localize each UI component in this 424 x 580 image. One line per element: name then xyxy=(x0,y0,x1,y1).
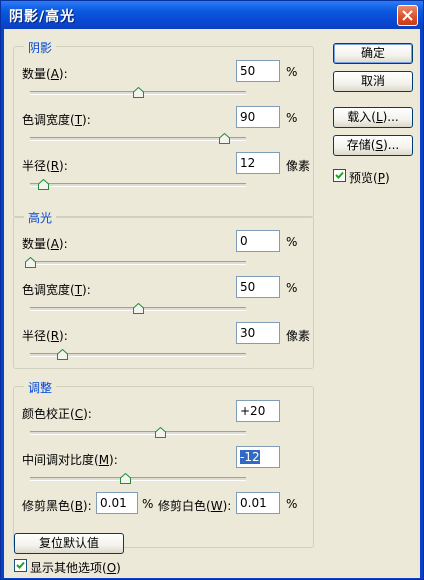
shadows-tonal-width-label: 色调宽度(T): xyxy=(22,113,91,127)
shadows-radius-label: 半径(R): xyxy=(22,159,68,173)
adjustments-group: 调整 颜色校正(C): +20 中间调对比度(M): -12 修剪黑色(B): … xyxy=(13,379,314,548)
highlights-group-title: 高光 xyxy=(24,209,57,226)
checkmark-icon xyxy=(335,171,344,179)
color-correction-input[interactable]: +20 xyxy=(236,400,280,422)
shadows-tonal-width-unit: % xyxy=(286,111,298,125)
midtone-contrast-slider[interactable] xyxy=(30,477,246,481)
highlights-radius-label: 半径(R): xyxy=(22,329,68,343)
dialog-title: 阴影/高光 xyxy=(9,9,76,25)
close-icon xyxy=(402,10,413,21)
highlights-amount-label: 数量(A): xyxy=(22,237,68,251)
shadows-group: 阴影 数量(A): 50 % 色调宽度(T): 90 % 半径(R): 12 像… xyxy=(13,39,314,218)
midtone-contrast-label: 中间调对比度(M): xyxy=(22,453,118,467)
dialog-window: 阴影/高光 阴影 数量(A): 50 % 色调宽度(T): 90 % 半径(R)… xyxy=(0,0,424,580)
shadows-amount-unit: % xyxy=(286,65,298,79)
reset-defaults-button[interactable]: 复位默认值 xyxy=(14,533,124,554)
shadows-tonal-width-slider[interactable] xyxy=(30,137,246,141)
black-clip-input[interactable]: 0.01 xyxy=(96,492,138,514)
highlights-tonal-width-unit: % xyxy=(286,281,298,295)
midtone-contrast-value: -12 xyxy=(240,450,260,464)
highlights-amount-slider-thumb[interactable] xyxy=(25,257,36,268)
white-clip-label: 修剪白色(W): xyxy=(158,499,232,513)
color-correction-label: 颜色校正(C): xyxy=(22,407,92,421)
shadows-radius-slider-thumb[interactable] xyxy=(37,179,49,190)
midtone-contrast-input[interactable]: -12 xyxy=(236,446,280,468)
highlights-amount-slider[interactable] xyxy=(30,261,246,265)
highlights-radius-unit: 像素 xyxy=(286,329,311,343)
shadows-radius-slider[interactable] xyxy=(30,183,246,187)
more-options-checkbox[interactable] xyxy=(14,559,27,572)
checkmark-icon xyxy=(16,561,25,569)
color-correction-slider-thumb[interactable] xyxy=(154,427,166,438)
highlights-amount-unit: % xyxy=(286,235,298,249)
shadows-radius-input[interactable]: 12 xyxy=(236,152,280,174)
highlights-amount-input[interactable]: 0 xyxy=(236,230,280,252)
highlights-tonal-width-input[interactable]: 50 xyxy=(236,276,280,298)
shadows-amount-input[interactable]: 50 xyxy=(236,60,280,82)
load-button[interactable]: 载入(L)... xyxy=(333,107,413,128)
dialog-body: 阴影 数量(A): 50 % 色调宽度(T): 90 % 半径(R): 12 像… xyxy=(4,29,420,578)
highlights-group: 高光 数量(A): 0 % 色调宽度(T): 50 % 半径(R): 30 像素 xyxy=(13,209,314,369)
shadows-amount-label: 数量(A): xyxy=(22,67,68,81)
color-correction-slider[interactable] xyxy=(30,431,246,435)
shadows-amount-slider-thumb[interactable] xyxy=(133,87,144,98)
midtone-contrast-slider-thumb[interactable] xyxy=(120,473,132,484)
highlights-tonal-width-label: 色调宽度(T): xyxy=(22,283,91,297)
ok-button[interactable]: 确定 xyxy=(333,43,413,64)
adjustments-group-title: 调整 xyxy=(24,379,57,396)
shadows-group-title: 阴影 xyxy=(24,39,57,56)
more-options-label[interactable]: 显示其他选项(O) xyxy=(30,559,121,576)
white-clip-unit: % xyxy=(286,497,298,511)
preview-label[interactable]: 预览(P) xyxy=(349,169,390,186)
highlights-radius-slider-thumb[interactable] xyxy=(57,349,69,360)
title-bar[interactable]: 阴影/高光 xyxy=(1,1,423,29)
save-button[interactable]: 存储(S)... xyxy=(333,135,413,156)
shadows-tonal-width-slider-thumb[interactable] xyxy=(219,133,231,144)
highlights-tonal-width-slider-thumb[interactable] xyxy=(133,303,144,314)
black-clip-label: 修剪黑色(B): xyxy=(22,499,92,513)
highlights-radius-input[interactable]: 30 xyxy=(236,322,280,344)
cancel-button[interactable]: 取消 xyxy=(333,71,413,92)
black-clip-unit: % xyxy=(142,497,154,511)
shadows-radius-unit: 像素 xyxy=(286,159,311,173)
shadows-tonal-width-input[interactable]: 90 xyxy=(236,106,280,128)
white-clip-input[interactable]: 0.01 xyxy=(236,492,280,514)
close-button[interactable] xyxy=(397,5,418,26)
preview-checkbox[interactable] xyxy=(333,169,346,182)
